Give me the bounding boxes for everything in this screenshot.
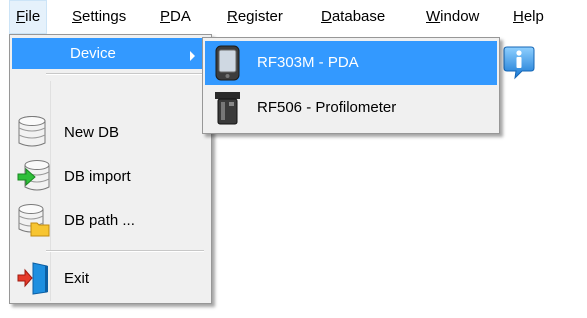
- menu-register-rest: egister: [237, 8, 283, 25]
- menu-item-db-import[interactable]: DB import: [12, 155, 209, 199]
- menu-item-new-db-label: New DB: [64, 124, 120, 141]
- menu-pda-mnemonic: P: [160, 8, 171, 25]
- menu-pda[interactable]: PDA: [154, 0, 197, 34]
- menu-settings-rest: ettings: [82, 8, 127, 25]
- menu-help[interactable]: Help: [507, 0, 550, 34]
- menu-separator: [46, 250, 204, 252]
- menu-item-db-path[interactable]: DB path ...: [12, 199, 209, 243]
- menu-item-device-label: Device: [70, 45, 116, 62]
- menu-item-db-path-label: DB path ...: [64, 212, 135, 229]
- menu-bar: File Settings PDA Register Database Wind…: [0, 0, 587, 35]
- database-folder-icon: [17, 203, 50, 237]
- menu-item-new-db[interactable]: New DB: [12, 111, 209, 155]
- database-import-icon: [17, 159, 50, 191]
- menu-window[interactable]: Window: [420, 0, 485, 34]
- submenu-item-rf506-label: RF506 - Profilometer: [257, 99, 397, 116]
- database-new-icon: [17, 115, 49, 147]
- menu-help-mnemonic: H: [513, 8, 524, 25]
- file-menu-dropdown: Device New DB DB import DB path ... Exit: [9, 34, 212, 304]
- menu-database-rest: atabase: [331, 8, 386, 25]
- menu-settings[interactable]: Settings: [66, 0, 132, 34]
- menu-item-exit-label: Exit: [64, 270, 90, 287]
- window-left-edge: [0, 34, 9, 318]
- menu-database-mnemonic: D: [321, 8, 332, 25]
- exit-door-icon: [17, 261, 49, 295]
- menu-separator: [46, 73, 204, 75]
- menu-item-exit[interactable]: Exit: [12, 257, 209, 301]
- menu-database[interactable]: Database: [315, 0, 391, 34]
- menu-help-rest: elp: [523, 8, 544, 25]
- menu-file-mnemonic: F: [16, 8, 26, 25]
- submenu-item-rf303m-label: RF303M - PDA: [257, 54, 359, 71]
- menu-item-device[interactable]: Device: [12, 38, 209, 69]
- menu-settings-mnemonic: S: [72, 8, 83, 25]
- menu-item-db-import-label: DB import: [64, 168, 131, 185]
- menu-register-mnemonic: R: [227, 8, 238, 25]
- info-icon[interactable]: [502, 44, 536, 80]
- menu-window-mnemonic: W: [426, 8, 441, 25]
- device-submenu: RF303M - PDA RF506 - Profilometer: [202, 37, 500, 134]
- menu-window-rest: indow: [440, 8, 480, 25]
- pda-device-icon: [209, 45, 245, 81]
- submenu-arrow-icon: [190, 51, 195, 61]
- menu-register[interactable]: Register: [221, 0, 289, 34]
- submenu-item-rf303m[interactable]: RF303M - PDA: [205, 41, 497, 85]
- profilometer-device-icon: [209, 90, 245, 126]
- menu-file[interactable]: File: [9, 0, 48, 34]
- menu-file-rest: ile: [25, 8, 41, 25]
- submenu-item-rf506[interactable]: RF506 - Profilometer: [205, 86, 497, 130]
- menu-pda-rest: DA: [170, 8, 191, 25]
